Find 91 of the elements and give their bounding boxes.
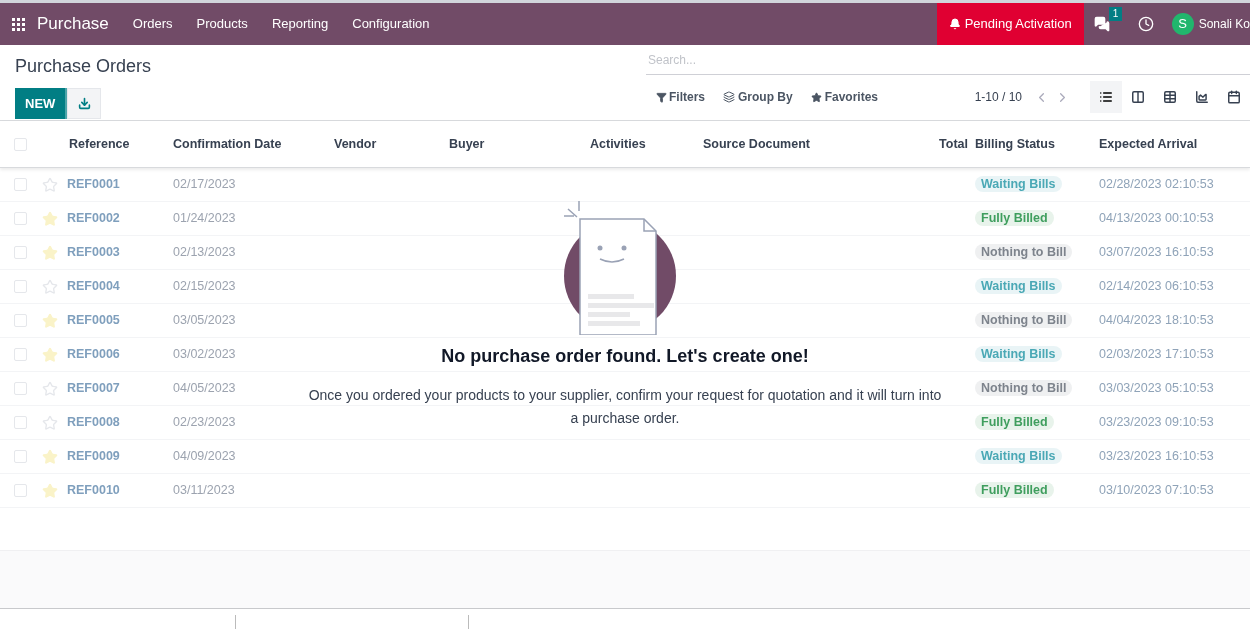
message-count-badge: 1 [1108,7,1123,21]
billing-status-badge: Fully Billed [975,210,1054,227]
layers-icon [723,91,735,103]
expected-arrival-cell-text: 02/03/2023 17:10:53 [1098,346,1215,364]
clock-icon[interactable] [1137,16,1154,32]
date-cell-text: 01/24/2023 [172,210,237,228]
pivot-view-icon [1163,90,1177,104]
menu-item[interactable]: Orders [132,14,173,34]
row-checkbox[interactable] [14,314,27,327]
expected-arrival-cell-text: 02/14/2023 06:10:53 [1098,278,1215,296]
new-button[interactable]: NEW [15,88,68,119]
filters-button[interactable]: Filters [656,88,705,106]
row-checkbox[interactable] [14,450,27,463]
billing-status-badge: Fully Billed [975,414,1054,431]
row-checkbox[interactable] [14,246,27,259]
favorite-star-icon[interactable] [42,346,58,363]
date-cell-text: 02/17/2023 [172,176,237,194]
select-all-checkbox[interactable] [14,137,27,151]
favorite-star-icon[interactable] [42,210,58,227]
billing-status-badge: Waiting Bills [975,346,1062,363]
page-title: Purchase Orders [15,55,153,78]
pager-value[interactable]: 1-10 / 10 [974,88,1022,106]
chat-icon[interactable] [1093,16,1110,32]
row-checkbox[interactable] [14,212,27,225]
empty-state-title: No purchase order found. Let's create one! [441,345,809,368]
row-checkbox[interactable] [14,280,27,293]
favorite-star-icon[interactable] [42,380,58,397]
favorite-star-icon[interactable] [42,244,58,261]
apps-menu-icon[interactable] [12,17,25,31]
column-header[interactable]: Source Document [695,134,870,154]
app-title[interactable]: Purchase [37,11,109,37]
view-switch-button[interactable] [1090,81,1122,113]
expected-arrival-cell-text: 02/28/2023 02:10:53 [1098,176,1215,194]
date-cell-text: 03/05/2023 [172,312,237,330]
row-checkbox[interactable] [14,416,27,429]
billing-status-badge: Nothing to Bill [975,312,1073,329]
column-header[interactable]: Reference [40,134,165,154]
favorite-star-icon[interactable] [42,482,58,499]
date-cell-text: 03/11/2023 [172,482,236,500]
column-header[interactable]: Activities [582,134,695,154]
download-icon [77,97,91,110]
expected-arrival-cell-text: 03/23/2023 16:10:53 [1098,448,1215,466]
billing-status-badge: Waiting Bills [975,278,1062,295]
favorites-button[interactable]: Favorites [810,88,879,106]
date-cell-text: 03/02/2023 [172,346,237,364]
date-cell-text: 02/23/2023 [172,414,237,432]
column-header[interactable]: Confirmation Date [165,134,326,154]
user-name[interactable]: Sonali Ko [1198,15,1250,33]
date-cell-text: 04/09/2023 [172,448,237,466]
group-by-button[interactable]: Group By [723,88,793,106]
favorite-star-icon[interactable] [42,414,58,431]
kanban-view-icon [1131,90,1145,104]
row-checkbox[interactable] [14,484,27,497]
billing-status-badge: Waiting Bills [975,176,1062,193]
menu-item[interactable]: Products [196,14,248,34]
pending-activation-button[interactable]: Pending Activation [936,3,1084,45]
expected-arrival-cell-text: 03/03/2023 05:10:53 [1098,380,1215,398]
expected-arrival-cell-text: 04/13/2023 00:10:53 [1098,210,1215,228]
download-button[interactable] [67,88,102,119]
favorite-star-icon[interactable] [42,312,58,329]
billing-status-badge: Fully Billed [975,482,1054,499]
bell-icon [948,18,961,30]
expected-arrival-cell-text: 04/04/2023 18:10:53 [1098,312,1215,330]
column-header[interactable]: Buyer [441,134,582,154]
row-checkbox[interactable] [14,348,27,361]
billing-status-badge: Waiting Bills [975,448,1062,465]
favorite-star-icon[interactable] [42,278,58,295]
search-field[interactable]: Search... [646,46,1250,75]
empty-state-text: Once you ordered your products to your supplier, confirm your request for quotation and it will turn into a purchase order. [307,386,943,428]
date-cell-text: 02/15/2023 [172,278,237,296]
row-checkbox[interactable] [14,382,27,395]
billing-status-badge: Nothing to Bill [975,244,1073,261]
expected-arrival-cell-text: 03/07/2023 16:10:53 [1098,244,1215,262]
star-icon [810,91,822,103]
billing-status-badge: Nothing to Bill [975,380,1073,397]
row-checkbox[interactable] [14,178,27,191]
column-header[interactable]: Expected Arrival [1091,134,1250,154]
favorite-star-icon[interactable] [42,448,58,465]
filter-icon [656,91,667,103]
expected-arrival-cell-text: 03/23/2023 09:10:53 [1098,414,1215,432]
graph-view-icon [1195,90,1209,104]
favorite-star-icon[interactable] [42,176,58,193]
column-header[interactable]: Billing Status [970,134,1091,154]
calendar-view-icon [1227,90,1241,104]
date-cell-text: 02/13/2023 [172,244,237,262]
column-header[interactable]: Vendor [326,134,441,154]
menu-item[interactable]: Reporting [271,14,329,34]
column-header[interactable]: Total [870,134,970,154]
expected-arrival-cell-text: 03/10/2023 07:10:53 [1098,482,1215,500]
list-view-icon [1099,90,1113,104]
menu-item[interactable]: Configuration [352,14,430,34]
